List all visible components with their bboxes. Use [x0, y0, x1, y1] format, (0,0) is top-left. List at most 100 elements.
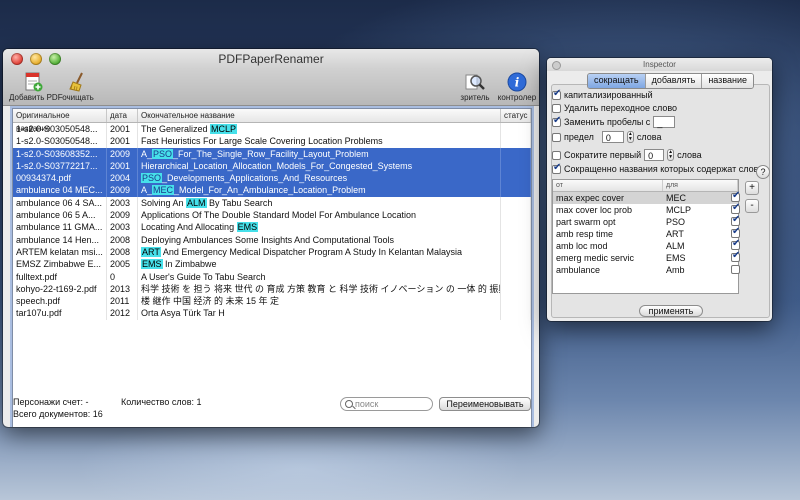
- cell-date: 2011: [107, 295, 138, 308]
- table-row[interactable]: ambulance 11 GMA... 2003 Locating And Allo…: [13, 221, 531, 234]
- col-from[interactable]: от: [553, 180, 663, 191]
- inspector-title: Inspector: [643, 60, 676, 69]
- abbrev-enabled-checkbox[interactable]: [731, 190, 740, 202]
- table-row[interactable]: ambulance 04 MEC... 2009 A_MEC_Model_For_A…: [13, 184, 531, 197]
- cell-original-name: 1-s2.0-S03050548...: [13, 123, 107, 136]
- close-button[interactable]: [11, 53, 23, 65]
- table-body: 1-s2.0-S03050548... 2001 The Generalized M…: [13, 123, 531, 320]
- abbrev-from[interactable]: ambulance: [553, 264, 663, 276]
- files-table[interactable]: Оригинальное название дата Окончательное…: [12, 108, 532, 427]
- table-row[interactable]: ambulance 06 4 SA... 2003 Solving An ALM B…: [13, 196, 531, 210]
- table-row[interactable]: fulltext.pdf 0 A User's Guide To Tabu Sear…: [13, 270, 531, 283]
- table-row[interactable]: ambulance 06 5 A... 2009 Applications Of T…: [13, 209, 531, 222]
- abbrev-row[interactable]: ambulance Amb: [553, 264, 740, 276]
- shorten-first-field[interactable]: 0: [644, 149, 665, 161]
- limit-stepper[interactable]: ▲ ▼: [626, 131, 634, 143]
- opt-shorten-first[interactable]: Сократите первый 0 ▲ ▼ слова: [552, 149, 702, 161]
- abbrev-enabled-checkbox[interactable]: [731, 226, 740, 238]
- shorten-first-label: Сократите первый: [564, 150, 642, 160]
- tab-title[interactable]: название: [702, 74, 754, 88]
- apply-button[interactable]: применять: [639, 305, 703, 317]
- opt-shorten-names[interactable]: Сокращенно названия которых содержат сло…: [552, 162, 766, 174]
- abbrev-to[interactable]: PSO: [663, 216, 738, 228]
- abbrev-enabled-checkbox[interactable]: [731, 238, 740, 250]
- table-row[interactable]: 1-s2.0-S03772217... 2001 Hierarchical_Loca…: [13, 159, 531, 173]
- col-final-name[interactable]: Окончательное название: [138, 109, 501, 122]
- abbrev-row[interactable]: amb resp time ART: [553, 226, 740, 240]
- abbrev-row[interactable]: emerg medic servic EMS: [553, 250, 740, 264]
- inspector-button[interactable]: i контролер: [497, 69, 537, 105]
- shorten-first-checkbox[interactable]: [552, 150, 561, 160]
- abbrev-from[interactable]: max cover loc prob: [553, 204, 663, 216]
- rename-button[interactable]: Переименовывать: [439, 397, 531, 411]
- col-original-name[interactable]: Оригинальное название: [13, 109, 107, 133]
- table-row[interactable]: 1-s2.0-S03050548... 2001 The Generalized M…: [13, 123, 531, 136]
- limit-checkbox[interactable]: [552, 132, 561, 142]
- opt-remove-transitional[interactable]: Удалить переходное слово: [552, 103, 677, 113]
- table-row[interactable]: ambulance 14 Hen... 2008 Deploying Ambulan…: [13, 233, 531, 246]
- abbrev-enabled-checkbox[interactable]: [731, 214, 740, 226]
- abbrev-enabled-checkbox[interactable]: [731, 250, 740, 262]
- col-status[interactable]: статус: [501, 109, 531, 122]
- add-abbrev-button[interactable]: +: [745, 181, 759, 195]
- table-row[interactable]: 00934374.pdf 2004 PSO_Developments_Applica…: [13, 172, 531, 185]
- col-date[interactable]: дата: [107, 109, 138, 122]
- abbrev-row[interactable]: max expec cover MEC: [553, 190, 740, 204]
- search-input[interactable]: поиск: [340, 397, 433, 411]
- abbrev-from[interactable]: emerg medic servic: [553, 252, 663, 264]
- table-row[interactable]: kohyo-22-t169-2.pdf 2013 科学 技術 を 担う 将来 世代 …: [13, 282, 531, 296]
- main-titlebar[interactable]: PDFPaperRenamer: [3, 49, 539, 69]
- inspector-label: контролер: [497, 93, 537, 102]
- cell-final-name: 楼 継作 中国 经济 的 未来 15 年 定: [138, 295, 501, 308]
- abbrev-from[interactable]: amb loc mod: [553, 240, 663, 252]
- limit-field[interactable]: 0: [601, 131, 624, 143]
- replace-char-field[interactable]: _: [653, 116, 676, 128]
- viewer-button[interactable]: зритель: [457, 69, 493, 105]
- clear-button[interactable]: очищать: [61, 69, 95, 105]
- abbrev-to[interactable]: Amb: [663, 264, 738, 276]
- abbrev-enabled-checkbox[interactable]: [731, 265, 740, 274]
- shorten-names-checkbox[interactable]: [552, 162, 561, 174]
- abbrev-to[interactable]: EMS: [663, 252, 738, 264]
- table-row[interactable]: EMSZ Zimbabwe E... 2005 EMS In Zimbabwe: [13, 258, 531, 271]
- cell-status: [501, 184, 531, 197]
- abbrev-row[interactable]: max cover loc prob MCLP: [553, 202, 740, 216]
- abbreviation-highlight: EMS: [141, 259, 163, 270]
- opt-replace-spaces[interactable]: Заменить пробелы с _: [552, 115, 678, 128]
- add-pdf-button[interactable]: Добавить PDF: [9, 69, 63, 105]
- minimize-button[interactable]: [30, 53, 42, 65]
- tab-add[interactable]: добавлять: [645, 74, 703, 88]
- table-row[interactable]: tar107u.pdf 2012 Orta Asya Türk Tar H: [13, 307, 531, 320]
- abbrev-table[interactable]: от для max expec coverMECmax cover loc p…: [552, 179, 740, 294]
- abbrev-row[interactable]: amb loc mod ALM: [553, 238, 740, 252]
- opt-limit[interactable]: предел 0 ▲ ▼ слова: [552, 131, 661, 143]
- abbrev-from[interactable]: max expec cover: [553, 192, 663, 204]
- remove-abbrev-button[interactable]: -: [745, 199, 759, 213]
- abbrev-to[interactable]: ART: [663, 228, 738, 240]
- zoom-button[interactable]: [49, 53, 61, 65]
- inspector-close-button[interactable]: [552, 61, 561, 70]
- abbrev-to[interactable]: ALM: [663, 240, 738, 252]
- abbrev-to[interactable]: MCLP: [663, 204, 738, 216]
- col-to[interactable]: для: [663, 180, 738, 191]
- inspector-titlebar[interactable]: Inspector: [547, 58, 772, 71]
- shorten-first-stepper[interactable]: ▲ ▼: [667, 149, 675, 161]
- abbrev-from[interactable]: part swarm opt: [553, 216, 663, 228]
- opt-capitalized[interactable]: капитализированный: [552, 88, 653, 100]
- final-name-text: A_: [141, 185, 153, 196]
- cell-date: 2003: [107, 196, 138, 210]
- tab-shorten[interactable]: сокращать: [588, 74, 646, 88]
- abbrev-from[interactable]: amb resp time: [553, 228, 663, 240]
- abbrev-to[interactable]: MEC: [663, 192, 738, 204]
- doc-count-label: Всего документов:: [13, 409, 91, 419]
- abbrev-enabled-checkbox[interactable]: [731, 202, 740, 214]
- capitalized-checkbox[interactable]: [552, 88, 561, 100]
- table-row[interactable]: 1-s2.0-S03050548... 2001 Fast Heuristics F…: [13, 135, 531, 148]
- table-row[interactable]: 1-s2.0-S03608352... 2009 A_PSO_For_The_Sin…: [13, 147, 531, 160]
- help-button[interactable]: ?: [756, 165, 770, 179]
- table-row[interactable]: ARTEM kelatan msi... 2008 ART And Emergenc…: [13, 245, 531, 259]
- replace-spaces-checkbox[interactable]: [552, 115, 561, 127]
- remove-transitional-checkbox[interactable]: [552, 103, 561, 113]
- abbrev-row[interactable]: part swarm opt PSO: [553, 214, 740, 228]
- table-row[interactable]: speech.pdf 2011 楼 継作 中国 经济 的 未来 15 年 定: [13, 295, 531, 308]
